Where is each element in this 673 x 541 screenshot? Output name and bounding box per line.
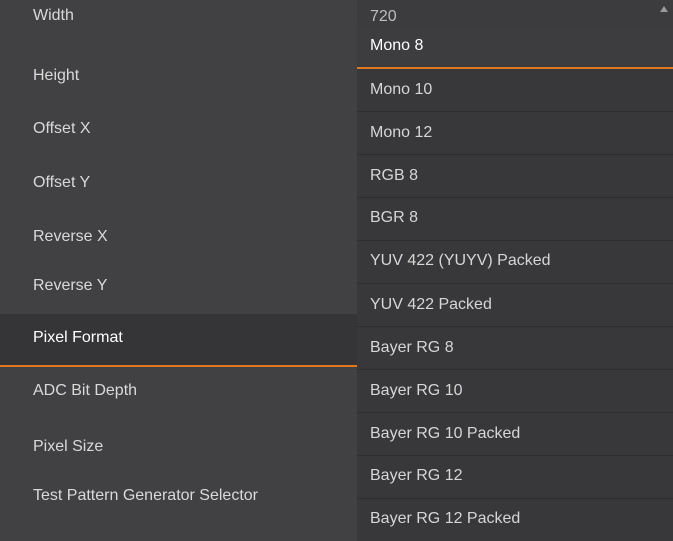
option-label: Bayer RG 10 [370,382,463,399]
dropdown-option-bayer-rg-12[interactable]: Bayer RG 12 [357,456,673,499]
property-row-width[interactable]: Width [0,0,357,52]
dropdown-option-bayer-rg-8[interactable]: Bayer RG 8 [357,327,673,370]
property-label: Offset Y [33,174,91,191]
property-label: ADC Bit Depth [33,382,138,399]
property-row-reverse-x[interactable]: Reverse X [0,210,357,262]
property-row-pixel-size[interactable]: Pixel Size [0,419,357,471]
dropdown-option-yuv-422-packed[interactable]: YUV 422 Packed [357,284,673,327]
option-label: Mono 10 [370,81,433,98]
dropdown-option-mono-8[interactable]: Mono 8 [357,26,673,69]
option-label: RGB 8 [370,167,419,184]
width-value: 720 [370,8,397,25]
option-label: YUV 422 (YUYV) Packed [370,252,551,269]
property-row-reverse-y[interactable]: Reverse Y [0,262,357,314]
dropdown-option-rgb-8[interactable]: RGB 8 [357,155,673,198]
property-row-offset-y[interactable]: Offset Y [0,158,357,210]
property-label: Reverse Y [33,277,108,294]
property-label: Test Pattern Generator Selector [33,487,258,504]
dropdown-option-mono-10[interactable]: Mono 10 [357,69,673,112]
width-value-field[interactable]: 720 [357,0,673,26]
option-label: Mono 8 [370,37,424,54]
option-label: YUV 422 Packed [370,296,492,313]
dropdown-option-yuv-422-yuyv-packed[interactable]: YUV 422 (YUYV) Packed [357,241,673,284]
property-row-test-pattern-generator-selector[interactable]: Test Pattern Generator Selector [0,471,357,541]
property-label: Width [33,7,74,24]
dropdown-option-bayer-rg-12-packed[interactable]: Bayer RG 12 Packed [357,499,673,541]
property-label: Offset X [33,120,91,137]
property-row-offset-x[interactable]: Offset X [0,106,357,158]
option-label: BGR 8 [370,209,419,226]
scroll-up-arrow-icon[interactable] [660,6,668,12]
option-label: Bayer RG 12 Packed [370,510,521,527]
property-row-adc-bit-depth[interactable]: ADC Bit Depth [0,367,357,419]
option-label: Bayer RG 8 [370,339,454,356]
property-row-height[interactable]: Height [0,52,357,106]
property-label: Reverse X [33,228,108,245]
property-label: Height [33,67,80,84]
property-row-pixel-format[interactable]: Pixel Format [0,314,357,367]
pixel-format-dropdown: Mono 8 Mono 10 Mono 12 RGB 8 BGR 8 YUV 4… [357,26,673,541]
option-label: Bayer RG 12 [370,467,463,484]
option-label: Mono 12 [370,124,433,141]
option-label: Bayer RG 10 Packed [370,425,521,442]
dropdown-option-bayer-rg-10-packed[interactable]: Bayer RG 10 Packed [357,413,673,456]
dropdown-option-mono-12[interactable]: Mono 12 [357,112,673,155]
dropdown-option-bgr-8[interactable]: BGR 8 [357,198,673,241]
property-name-panel: Width Height Offset X Offset Y Reverse X… [0,0,357,541]
dropdown-option-bayer-rg-10[interactable]: Bayer RG 10 [357,370,673,413]
property-label: Pixel Format [33,329,123,346]
property-label: Pixel Size [33,438,104,455]
